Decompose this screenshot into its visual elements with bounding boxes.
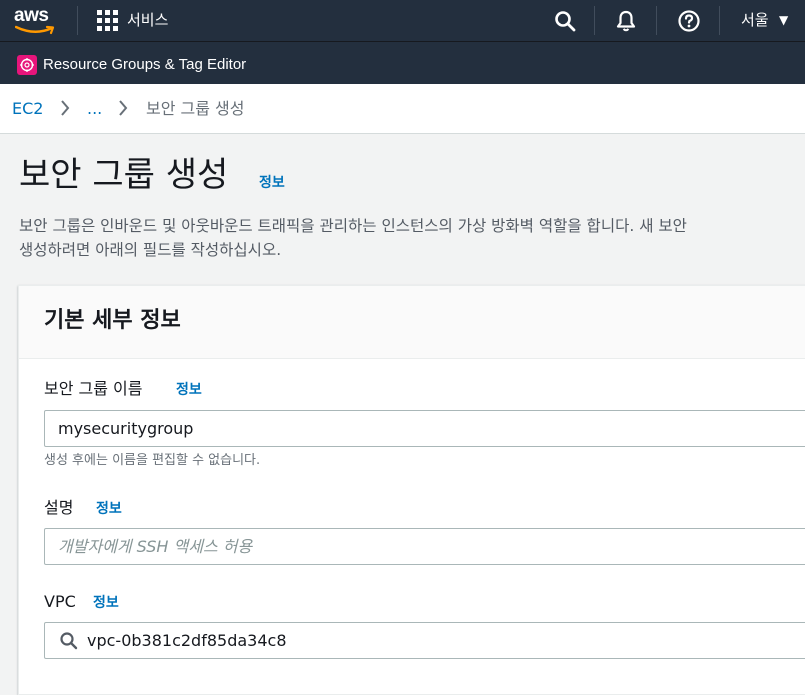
search-icon[interactable] bbox=[553, 9, 577, 33]
description-info-link[interactable]: 정보 bbox=[96, 500, 122, 518]
title-info-link[interactable]: 정보 bbox=[259, 174, 285, 192]
security-group-name-input[interactable]: mysecuritygroup bbox=[44, 410, 805, 447]
resource-groups-link[interactable]: Resource Groups & Tag Editor bbox=[43, 55, 246, 75]
basic-details-panel: 기본 세부 정보 보안 그룹 이름 정보 mysecuritygroup 생성 … bbox=[18, 285, 805, 695]
resource-groups-icon bbox=[17, 55, 37, 75]
description-line-1: 보안 그룹은 인바운드 및 아웃바운드 트래픽을 관리하는 인스턴스의 가상 방… bbox=[19, 217, 687, 235]
vpc-value: vpc-0b381c2df85da34c8 bbox=[87, 631, 287, 650]
service-bar: Resource Groups & Tag Editor bbox=[0, 41, 805, 84]
aws-smile-icon bbox=[15, 25, 55, 35]
breadcrumb-current: 보안 그룹 생성 bbox=[146, 99, 245, 118]
top-navigation-bar: aws 서비스 서울 ▼ bbox=[0, 0, 805, 41]
divider bbox=[77, 6, 78, 35]
search-icon bbox=[60, 632, 78, 650]
panel-header: 기본 세부 정보 bbox=[19, 286, 805, 359]
page-title: 보안 그룹 생성 bbox=[19, 155, 229, 195]
region-selector[interactable]: 서울 ▼ bbox=[741, 10, 788, 30]
description-line-2: 생성하려면 아래의 필드를 작성하십시오. bbox=[19, 241, 282, 259]
divider bbox=[719, 6, 720, 35]
name-constraint-text: 생성 후에는 이름을 편집할 수 없습니다. bbox=[44, 453, 261, 468]
panel-title: 기본 세부 정보 bbox=[44, 308, 181, 333]
name-info-link[interactable]: 정보 bbox=[176, 381, 202, 399]
description-placeholder: 개발자에게 SSH 액세스 허용 bbox=[58, 537, 253, 556]
description-label: 설명 bbox=[44, 498, 74, 517]
chevron-right-icon bbox=[119, 100, 128, 116]
chevron-right-icon bbox=[61, 100, 70, 116]
aws-logo[interactable]: aws bbox=[14, 5, 58, 35]
vpc-select[interactable]: vpc-0b381c2df85da34c8 bbox=[44, 622, 805, 659]
services-grid-icon[interactable] bbox=[97, 10, 118, 31]
page-description: 보안 그룹은 인바운드 및 아웃바운드 트래픽을 관리하는 인스턴스의 가상 방… bbox=[19, 214, 805, 262]
vpc-info-link[interactable]: 정보 bbox=[93, 594, 119, 612]
security-group-name-label: 보안 그룹 이름 bbox=[44, 379, 143, 398]
breadcrumb-ellipsis-link[interactable]: ... bbox=[87, 99, 102, 119]
security-group-name-value: mysecuritygroup bbox=[58, 419, 194, 438]
breadcrumb-ec2-link[interactable]: EC2 bbox=[12, 99, 43, 119]
aws-logo-text: aws bbox=[14, 5, 49, 26]
services-menu-button[interactable]: 서비스 bbox=[127, 10, 168, 30]
bell-icon[interactable] bbox=[614, 9, 638, 33]
region-label: 서울 bbox=[741, 11, 769, 29]
caret-down-icon: ▼ bbox=[779, 13, 789, 27]
divider bbox=[656, 6, 657, 35]
description-input[interactable]: 개발자에게 SSH 액세스 허용 bbox=[44, 528, 805, 565]
help-icon[interactable] bbox=[677, 9, 701, 33]
divider bbox=[594, 6, 595, 35]
vpc-label: VPC bbox=[44, 592, 76, 611]
breadcrumb: EC2 ... 보안 그룹 생성 bbox=[0, 84, 805, 134]
